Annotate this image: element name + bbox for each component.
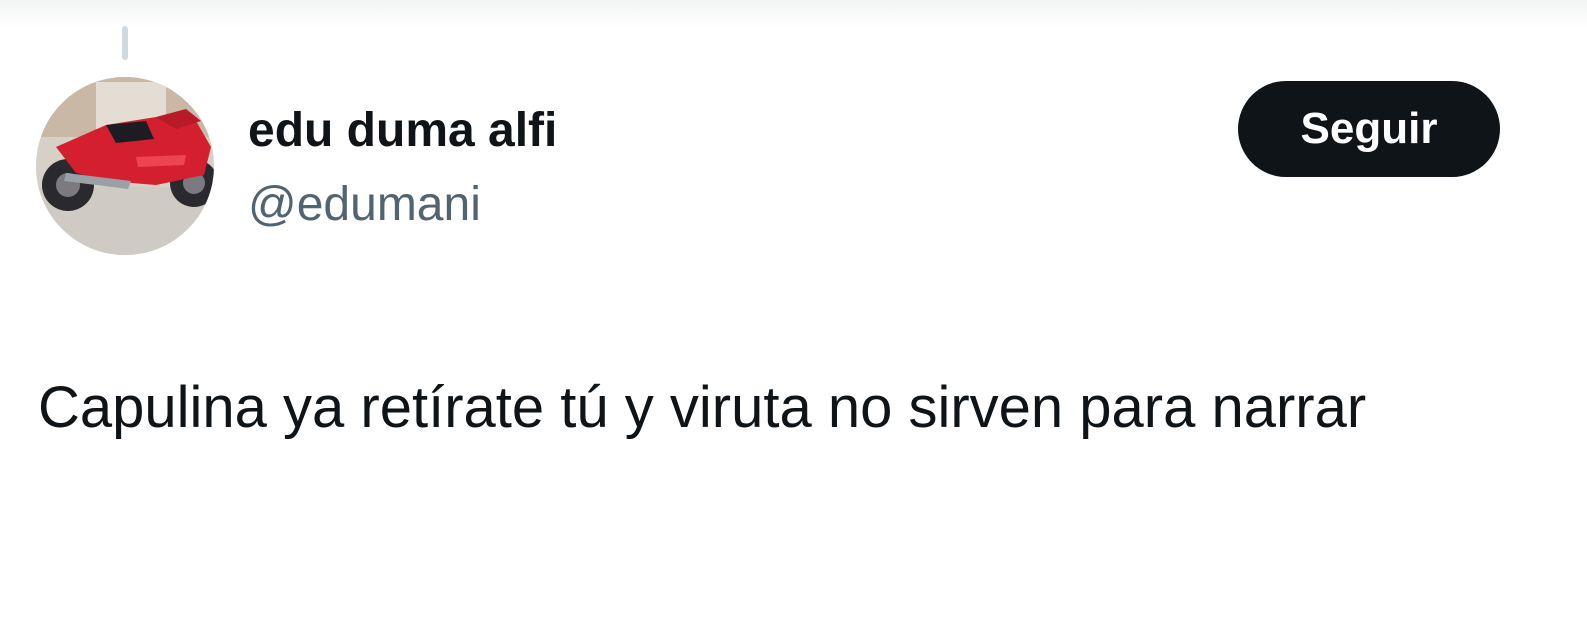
author-handle[interactable]: @edumani (248, 174, 557, 236)
author-info: edu duma alfi @edumani (248, 100, 557, 236)
motorcycle-photo-icon (36, 77, 214, 255)
previous-post-edge (0, 0, 1587, 28)
follow-button[interactable]: Seguir (1238, 81, 1500, 177)
author-display-name[interactable]: edu duma alfi (248, 100, 557, 162)
avatar[interactable] (36, 77, 214, 255)
tweet-text: Capulina ya retírate tú y viruta no sirv… (38, 375, 1367, 440)
thread-connector-line (122, 26, 128, 60)
